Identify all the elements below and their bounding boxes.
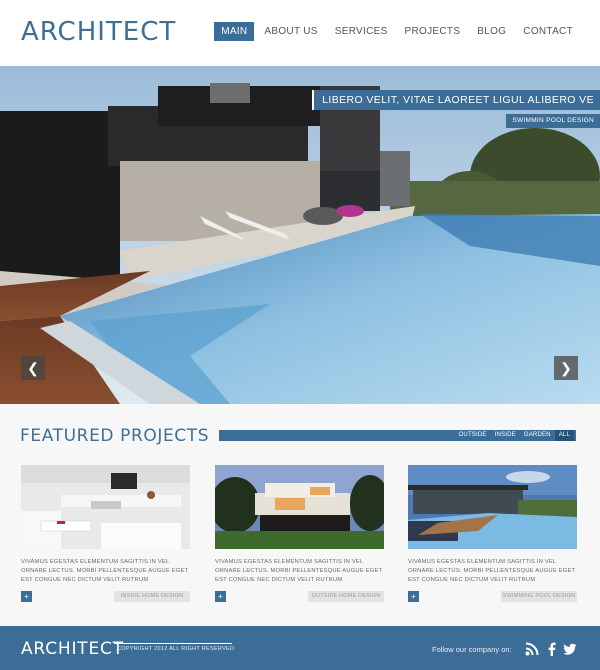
site-footer: ARCHITECT COPYRIGHT 2012 ALL RIGHT RESER… [0,626,600,670]
slider-next-button[interactable]: ❯ [554,356,578,380]
project-description: VIVAMUS EGESTAS ELEMENTUM SAGITTIS IN VE… [21,559,189,583]
facebook-icon[interactable] [545,642,559,656]
slide-caption-subtitle: SWIMMIN POOL DESIGN [506,114,600,128]
hero-slider: LIBERO VELIT, VITAE LAOREET LIGUL ALIBER… [0,66,600,404]
nav-item-projects[interactable]: PROJECTS [398,22,468,41]
project-description: VIVAMUS EGESTAS ELEMENTUM SAGITTIS IN VE… [215,559,383,583]
project-more-button[interactable]: + [215,591,226,602]
project-thumbnail[interactable] [215,465,384,549]
nav-item-main[interactable]: MAIN [214,22,255,41]
main-nav: MAIN ABOUT US SERVICES PROJECTS BLOG CON… [211,22,580,41]
filter-garden[interactable]: GARDEN [520,430,555,441]
nav-item-blog[interactable]: BLOG [470,22,513,41]
project-card: VIVAMUS EGESTAS ELEMENTUM SAGITTIS IN VE… [408,465,577,602]
site-header: ARCHITECT MAIN ABOUT US SERVICES PROJECT… [0,0,600,66]
footer-logo[interactable]: ARCHITECT [21,639,124,659]
rss-icon[interactable] [525,642,539,656]
section-title: FEATURED PROJECTS [20,426,210,446]
project-thumbnail[interactable] [21,465,190,549]
featured-projects-section: FEATURED PROJECTS OUTSIDE INSIDE GARDEN … [0,404,600,626]
copyright-text: COPYRIGHT 2012 ALL RIGHT RESERVED [117,646,235,652]
slide-caption-title: LIBERO VELIT, VITAE LAOREET LIGUL ALIBER… [312,90,600,110]
project-tag[interactable]: OUTSIDE HOME DESIGN [308,591,384,602]
project-thumbnail[interactable] [408,465,577,549]
project-tag[interactable]: SWIMMING POOL DESIGN [501,591,577,602]
project-description: VIVAMUS EGESTAS ELEMENTUM SAGITTIS IN VE… [408,559,576,583]
filter-all[interactable]: ALL [554,430,574,441]
twitter-icon[interactable] [563,642,577,656]
site-logo[interactable]: ARCHITECT [21,17,176,47]
chevron-right-icon: ❯ [560,360,572,376]
project-more-button[interactable]: + [21,591,32,602]
nav-item-about-us[interactable]: ABOUT US [257,22,324,41]
filter-inside[interactable]: INSIDE [491,430,520,441]
slider-prev-button[interactable]: ❮ [21,356,45,380]
project-card: VIVAMUS EGESTAS ELEMENTUM SAGITTIS IN VE… [215,465,384,602]
nav-item-contact[interactable]: CONTACT [516,22,580,41]
follow-text: Follow our company on: [432,645,512,654]
footer-divider [114,643,232,644]
project-tag[interactable]: INSIDE HOME DESIGN [114,591,190,602]
project-filters: OUTSIDE INSIDE GARDEN ALL [455,430,574,441]
filter-outside[interactable]: OUTSIDE [455,430,491,441]
project-more-button[interactable]: + [408,591,419,602]
project-card: VIVAMUS EGESTAS ELEMENTUM SAGITTIS IN VE… [21,465,190,602]
chevron-left-icon: ❮ [27,360,39,376]
nav-item-services[interactable]: SERVICES [328,22,395,41]
